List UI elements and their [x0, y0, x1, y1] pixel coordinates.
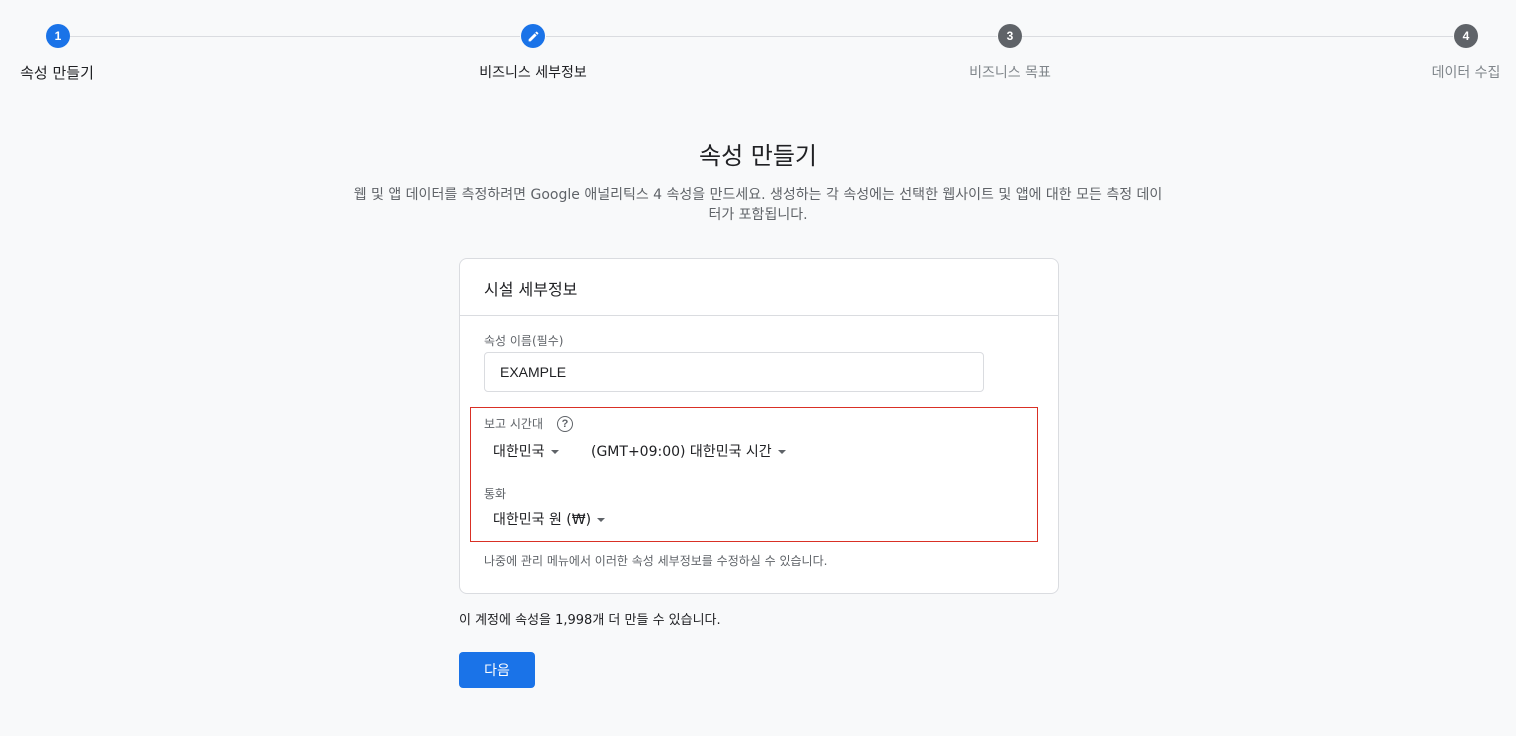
timezone-value: (GMT+09:00) 대한민국 시간	[591, 444, 772, 460]
card-title: 시설 세부정보	[460, 259, 1058, 316]
page-description: 웹 및 앱 데이터를 측정하려면 Google 애널리틱스 4 속성을 만드세요…	[353, 187, 1163, 223]
stepper: 1 3 4 속성 만들기 비즈니스 세부정보 비즈니스 목표 데이터 수집	[0, 0, 1516, 100]
remaining-properties-text: 이 계정에 속성을 1,998개 더 만들 수 있습니다.	[459, 613, 721, 628]
caret-down-icon	[550, 450, 559, 454]
property-name-input[interactable]	[484, 352, 984, 392]
timezone-dropdown[interactable]: (GMT+09:00) 대한민국 시간	[591, 441, 786, 461]
timezone-label: 보고 시간대	[484, 417, 544, 431]
next-button[interactable]: 다음	[459, 652, 535, 688]
property-details-card: 시설 세부정보 속성 이름(필수) 보고 시간대 ? 대한민국 (GMT+09:…	[459, 258, 1059, 594]
step-1-number: 1	[54, 29, 62, 43]
step-connector	[1022, 36, 1453, 37]
step-connector	[546, 36, 997, 37]
caret-down-icon	[597, 518, 606, 522]
step-2-circle	[521, 24, 545, 48]
country-dropdown[interactable]: 대한민국	[493, 441, 559, 461]
step-3-number: 3	[1006, 29, 1014, 43]
property-name-label: 속성 이름(필수)	[484, 334, 564, 348]
step-2-label: 비즈니스 세부정보	[479, 65, 587, 81]
pencil-icon	[527, 30, 540, 43]
currency-label: 통화	[484, 487, 507, 501]
step-connector	[70, 36, 520, 37]
currency-dropdown[interactable]: 대한민국 원 (₩)	[493, 509, 606, 529]
caret-down-icon	[777, 450, 786, 454]
help-icon[interactable]: ?	[557, 416, 573, 432]
page-title: 속성 만들기	[698, 142, 818, 170]
step-4-label: 데이터 수집	[1431, 65, 1501, 81]
step-4-circle: 4	[1454, 24, 1478, 48]
step-3-circle: 3	[998, 24, 1022, 48]
edit-later-note: 나중에 관리 메뉴에서 이러한 속성 세부정보를 수정하실 수 있습니다.	[484, 554, 828, 568]
step-1-label: 속성 만들기	[20, 64, 94, 82]
currency-value: 대한민국 원 (₩)	[493, 512, 592, 528]
step-3-label: 비즈니스 목표	[969, 65, 1051, 81]
step-1-circle: 1	[46, 24, 70, 48]
country-value: 대한민국	[493, 444, 545, 460]
step-4-number: 4	[1462, 29, 1470, 43]
